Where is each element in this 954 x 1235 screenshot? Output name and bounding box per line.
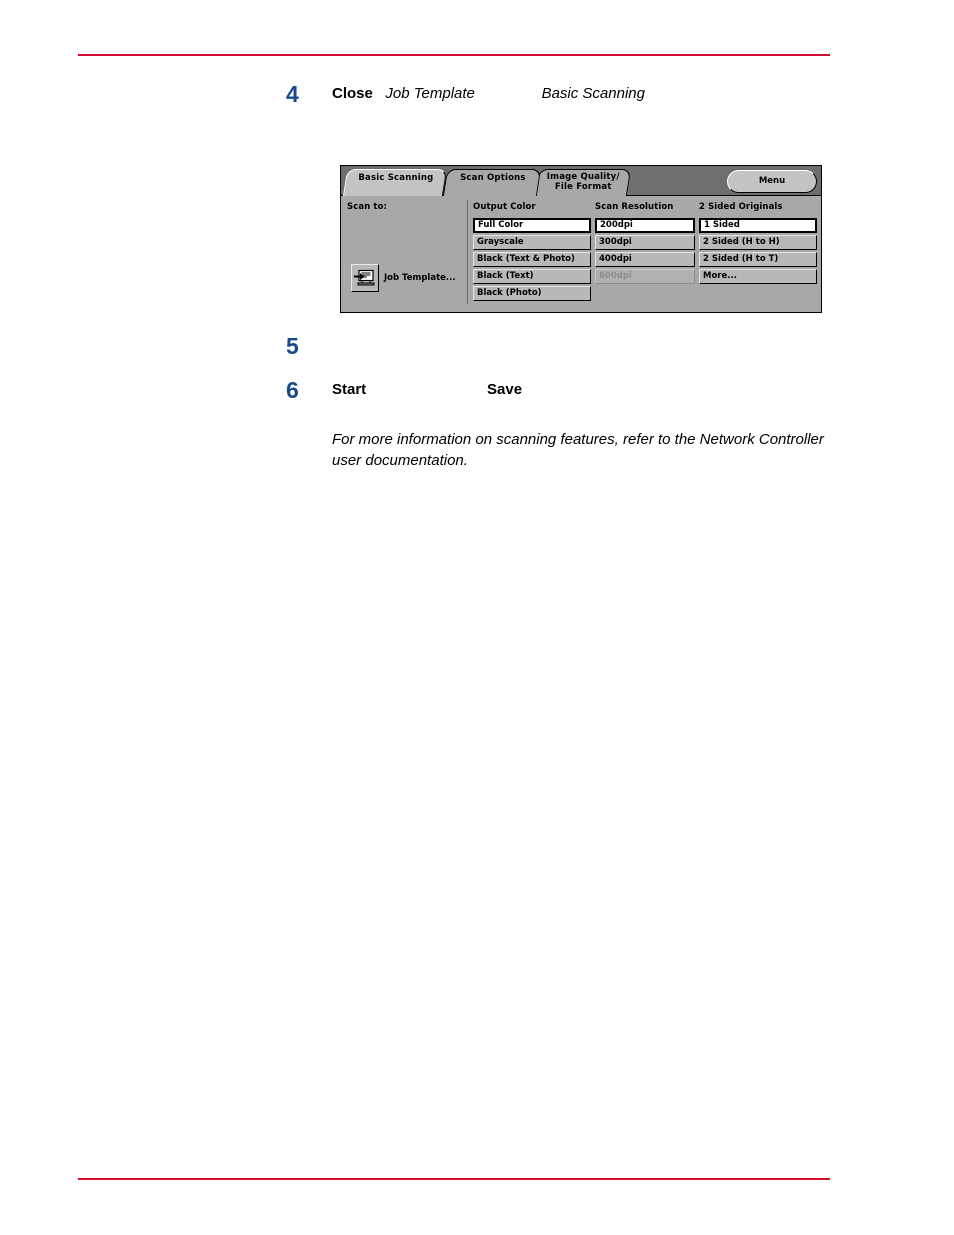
- panel-tab-strip: Basic Scanning Scan Options Image Qualit…: [341, 166, 821, 196]
- scan-to-column: Scan to:: [347, 202, 463, 218]
- option-button[interactable]: Black (Text & Photo): [473, 252, 591, 267]
- job-template-label: Job Template...: [384, 273, 456, 283]
- output-color-column: Output Color Full Color Grayscale Black (T…: [473, 202, 591, 303]
- step-text: Start Save: [332, 379, 832, 401]
- column-header: Output Color: [473, 202, 536, 212]
- step-number: 4: [286, 81, 299, 107]
- step-text-run-4: Basic Scanning: [541, 85, 645, 102]
- step-number: 5: [286, 333, 299, 359]
- tab-basic-scanning[interactable]: Basic Scanning: [342, 169, 448, 196]
- option-button[interactable]: Black (Text): [473, 269, 591, 284]
- procedure-step-5: 5: [0, 332, 954, 362]
- column-header: Scan Resolution: [595, 202, 674, 212]
- footer-rule: [78, 1178, 830, 1180]
- job-template-icon: [351, 264, 379, 292]
- tab-label: Scan Options: [460, 173, 526, 183]
- option-button[interactable]: More...: [699, 269, 817, 284]
- scan-to-header: Scan to:: [347, 202, 388, 212]
- step-text-run-3: [475, 85, 542, 102]
- option-button[interactable]: Full Color: [473, 218, 591, 233]
- option-button[interactable]: 2 Sided (H to H): [699, 235, 817, 250]
- step-number: 6: [286, 377, 299, 403]
- procedure-step-4: 4 Close Job Template Basic Scanning: [0, 80, 954, 110]
- two-sided-originals-options: 1 Sided 2 Sided (H to H) 2 Sided (H to T) M…: [699, 218, 817, 284]
- job-template-button[interactable]: Job Template...: [351, 264, 456, 292]
- step-text-run-1: [373, 85, 386, 102]
- column-header: 2 Sided Originals: [699, 202, 783, 212]
- step-text: Close Job Template Basic Scanning: [332, 83, 832, 105]
- output-color-options: Full Color Grayscale Black (Text & Photo) B…: [473, 218, 591, 301]
- option-button: 600dpi: [595, 269, 695, 284]
- step-text-run-0: Close: [332, 85, 373, 102]
- procedure-step-6: 6 Start Save: [0, 376, 954, 406]
- step-text-run-0: Start: [332, 381, 367, 398]
- scanner-touch-panel: Basic Scanning Scan Options Image Qualit…: [340, 165, 822, 313]
- panel-body: Scan to: Job Template... Output Color Fu…: [341, 196, 821, 312]
- step-text-run-1: [366, 381, 487, 398]
- option-button[interactable]: 1 Sided: [699, 218, 817, 233]
- step-text-run-2: Job Template: [385, 85, 475, 102]
- option-button[interactable]: Black (Photo): [473, 286, 591, 301]
- tab-label: Image Quality/ File Format: [546, 172, 620, 192]
- menu-button[interactable]: Menu: [727, 170, 817, 193]
- tab-label: Basic Scanning: [358, 173, 434, 183]
- option-button[interactable]: Grayscale: [473, 235, 591, 250]
- option-button[interactable]: 2 Sided (H to T): [699, 252, 817, 267]
- header-rule: [78, 54, 830, 56]
- step-text-run-2: Save: [487, 381, 523, 398]
- tab-image-quality-file-format[interactable]: Image Quality/ File Format: [534, 169, 632, 196]
- two-sided-originals-column: 2 Sided Originals 1 Sided 2 Sided (H to H…: [699, 202, 817, 286]
- option-button[interactable]: 400dpi: [595, 252, 695, 267]
- tab-scan-options[interactable]: Scan Options: [442, 169, 542, 196]
- column-divider: [467, 200, 468, 304]
- scan-resolution-options: 200dpi 300dpi 400dpi 600dpi: [595, 218, 695, 284]
- closing-note: For more information on scanning feature…: [332, 431, 824, 469]
- scan-resolution-column: Scan Resolution 200dpi 300dpi 400dpi 600dpi: [595, 202, 695, 286]
- option-button[interactable]: 300dpi: [595, 235, 695, 250]
- option-button[interactable]: 200dpi: [595, 218, 695, 233]
